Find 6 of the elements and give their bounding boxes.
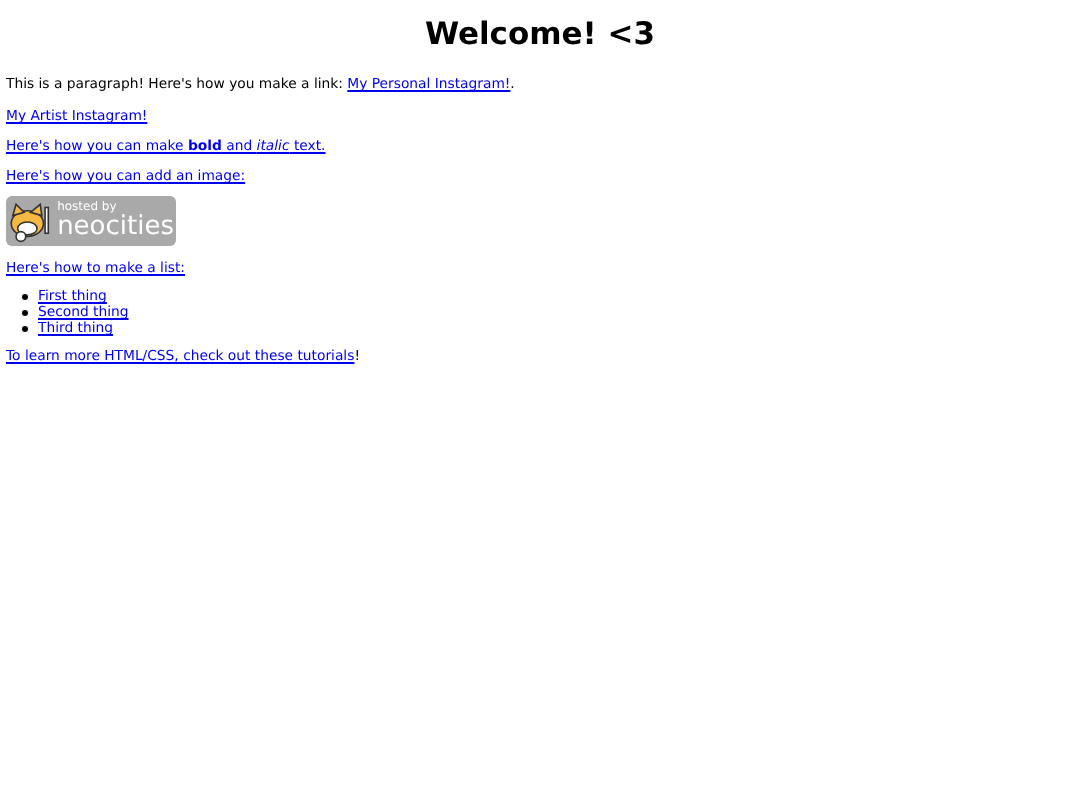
bullet-icon <box>22 325 28 331</box>
bullet-icon <box>22 309 28 315</box>
bullet-icon <box>22 293 28 299</box>
page-heading: Welcome! <3 <box>422 16 658 52</box>
badge-name: neocities <box>57 214 174 240</box>
cat-icon <box>8 197 54 245</box>
